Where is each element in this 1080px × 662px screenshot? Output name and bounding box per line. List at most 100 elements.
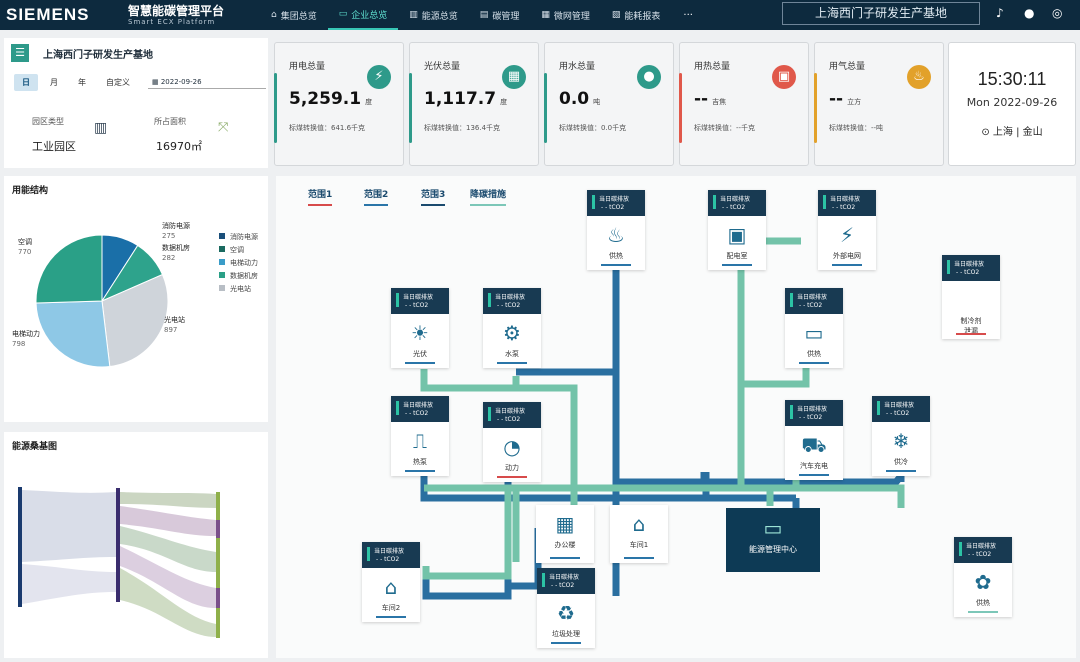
monitor-icon: ▭ bbox=[763, 516, 783, 540]
nav-more-icon[interactable]: ··· bbox=[671, 0, 705, 30]
nav-item-4[interactable]: ▦ 微网管理 bbox=[530, 0, 601, 30]
pie-label-name: 数据机房 bbox=[162, 243, 190, 252]
node-label: 供热 bbox=[976, 599, 990, 607]
node-waste[interactable]: 当日碳排放 - - tCO2 ♻ 垃圾处理 bbox=[537, 568, 595, 648]
node-pump[interactable]: 当日碳排放 - - tCO2 ⚙ 水泵 bbox=[483, 288, 541, 368]
node-icon: ☀ bbox=[411, 321, 429, 345]
scope-tab-1[interactable]: 范围2 bbox=[364, 187, 389, 206]
location-text: 上海 | 金山 bbox=[992, 127, 1043, 138]
legend-item[interactable]: 电梯动力 bbox=[219, 257, 258, 270]
node-header: 当日碳排放 - - tCO2 bbox=[587, 190, 645, 216]
center-label: 能源管理中心 bbox=[749, 545, 797, 554]
nav-item-3[interactable]: ▤ 碳管理 bbox=[469, 0, 531, 30]
site-selector[interactable]: 上海西门子研发生产基地 bbox=[782, 2, 980, 25]
tab-year[interactable]: 年 bbox=[70, 74, 94, 91]
node-label: 垃圾处理 bbox=[552, 630, 580, 638]
date-picker[interactable]: ▦ 2022-09-26 bbox=[148, 76, 266, 89]
pie-label-value: 897 bbox=[164, 326, 177, 334]
pie-slice-4 bbox=[35, 234, 103, 304]
stat-unit: 立方 bbox=[847, 98, 862, 106]
node-header-title: 当日碳排放 bbox=[884, 402, 915, 409]
node-heat-green[interactable]: 当日碳排放 - - tCO2 ✿ 供热 bbox=[954, 537, 1012, 617]
node-ev[interactable]: 当日碳排放 - - tCO2 ⛟ 汽车充电 bbox=[785, 400, 843, 480]
sankey-target-bar bbox=[216, 520, 220, 538]
node-office[interactable]: ▦ 办公楼 bbox=[536, 505, 594, 563]
scope-tab-0[interactable]: 范围1 bbox=[308, 187, 333, 206]
energy-management-center[interactable]: ▭ 能源管理中心 bbox=[726, 508, 820, 572]
nav-item-1[interactable]: ▭ 企业总览 bbox=[327, 0, 399, 30]
scope-tab-3[interactable]: 降碳措施 bbox=[470, 187, 507, 206]
gauge-bar bbox=[790, 293, 793, 307]
node-workshop1[interactable]: ⌂ 车间1 bbox=[610, 505, 668, 563]
stat-unit: 吉焦 bbox=[712, 98, 727, 106]
period-tabs: 日 月 年 自定义 ▦ 2022-09-26 bbox=[14, 74, 268, 91]
node-header-value: - - tCO2 bbox=[405, 302, 429, 309]
node-icon bbox=[942, 287, 1000, 313]
legend-item[interactable]: 消防电源 bbox=[219, 231, 258, 244]
tab-day[interactable]: 日 bbox=[14, 74, 38, 91]
nav-item-5[interactable]: ▧ 能耗报表 bbox=[601, 0, 672, 30]
node-refrigerant[interactable]: 当日碳排放 - - tCO2 制冷剂 泄漏 bbox=[942, 255, 1000, 339]
node-header-title: 当日碳排放 bbox=[403, 294, 434, 301]
node-icon: ▦ bbox=[555, 512, 575, 536]
node-header-title: 当日碳排放 bbox=[830, 196, 861, 203]
nav-icon: ▧ bbox=[611, 10, 621, 20]
gauge-bar bbox=[877, 401, 880, 415]
legend-swatch bbox=[219, 233, 225, 239]
node-header-value: - - tCO2 bbox=[497, 416, 521, 423]
sankey-diagram bbox=[18, 487, 220, 638]
tab-custom[interactable]: 自定义 bbox=[98, 74, 138, 91]
node-substation[interactable]: 当日碳排放 - - tCO2 ▣ 配电室 bbox=[708, 190, 766, 270]
stat-card-1: 光伏总量 ▦ 1,117.7 度标煤转换值：136.4千克 bbox=[409, 42, 539, 166]
node-grid[interactable]: 当日碳排放 - - tCO2 ⚡ 外部电网 bbox=[818, 190, 876, 270]
node-power[interactable]: 当日碳排放 - - tCO2 ◔ 动力 bbox=[483, 402, 541, 482]
node-heat-right[interactable]: 当日碳排放 - - tCO2 ▭ 供热 bbox=[785, 288, 843, 368]
node-underline bbox=[886, 470, 916, 472]
node-label: 供冷 bbox=[894, 458, 908, 466]
bell-icon[interactable]: ♪ bbox=[996, 6, 1004, 20]
stat-value: 1,117.7 度 bbox=[424, 89, 507, 109]
node-header-value: - - tCO2 bbox=[722, 204, 746, 211]
legend-item[interactable]: 光电站 bbox=[219, 283, 258, 296]
node-icon: ♻ bbox=[557, 601, 575, 625]
legend-item[interactable]: 空调 bbox=[219, 244, 258, 257]
node-underline bbox=[799, 362, 829, 364]
node-label: 动力 bbox=[505, 464, 519, 472]
tab-month[interactable]: 月 bbox=[42, 74, 66, 91]
platform-title-zh: 智慧能碳管理平台 bbox=[128, 3, 225, 18]
legend-label: 消防电源 bbox=[230, 233, 258, 241]
nav-item-0[interactable]: ⌂ 集团总览 bbox=[260, 0, 328, 30]
legend-swatch bbox=[219, 246, 225, 252]
nav-icon: ▭ bbox=[338, 9, 348, 19]
stat-icon: ▣ bbox=[772, 65, 796, 89]
node-header: 当日碳排放 - - tCO2 bbox=[785, 288, 843, 314]
legend-item[interactable]: 数据机房 bbox=[219, 270, 258, 283]
clock-date: Mon 2022-09-26 bbox=[966, 96, 1058, 109]
scope-tab-2[interactable]: 范围3 bbox=[421, 187, 446, 206]
node-label: 车间1 bbox=[629, 541, 649, 549]
node-underline bbox=[551, 642, 581, 644]
nav-item-2[interactable]: ▥ 能源总览 bbox=[398, 0, 469, 30]
gauge-bar bbox=[542, 573, 545, 587]
sankey-flow bbox=[22, 490, 116, 562]
node-heat-top[interactable]: 当日碳排放 - - tCO2 ♨ 供热 bbox=[587, 190, 645, 270]
globe-icon[interactable]: ◎ bbox=[1052, 6, 1062, 20]
user-icon[interactable]: ● bbox=[1024, 6, 1034, 20]
node-icon: ▭ bbox=[804, 321, 824, 345]
node-header-value: - - tCO2 bbox=[601, 204, 625, 211]
menu-icon[interactable]: ☰ bbox=[11, 44, 29, 62]
node-header-title: 当日碳排放 bbox=[374, 548, 405, 555]
sankey-flow bbox=[120, 492, 216, 508]
stat-card-4: 用气总量 ♨ -- 立方 标煤转换值：--吨 bbox=[814, 42, 944, 166]
node-icon: ♨ bbox=[607, 223, 625, 247]
node-cooling[interactable]: 当日碳排放 - - tCO2 ❄ 供冷 bbox=[872, 396, 930, 476]
stat-accent-bar bbox=[409, 73, 412, 143]
node-header: 当日碳排放 - - tCO2 bbox=[537, 568, 595, 594]
node-pv[interactable]: 当日碳排放 - - tCO2 ☀ 光伏 bbox=[391, 288, 449, 368]
node-heatpump[interactable]: 当日碳排放 - - tCO2 ⎍ 热泵 bbox=[391, 396, 449, 476]
legend-label: 空调 bbox=[230, 246, 244, 254]
stat-conversion: 标煤转换值：--千克 bbox=[694, 124, 756, 132]
nav-label: 碳管理 bbox=[492, 11, 520, 22]
node-header: 当日碳排放 - - tCO2 bbox=[362, 542, 420, 568]
node-workshop2[interactable]: 当日碳排放 - - tCO2 ⌂ 车间2 bbox=[362, 542, 420, 622]
